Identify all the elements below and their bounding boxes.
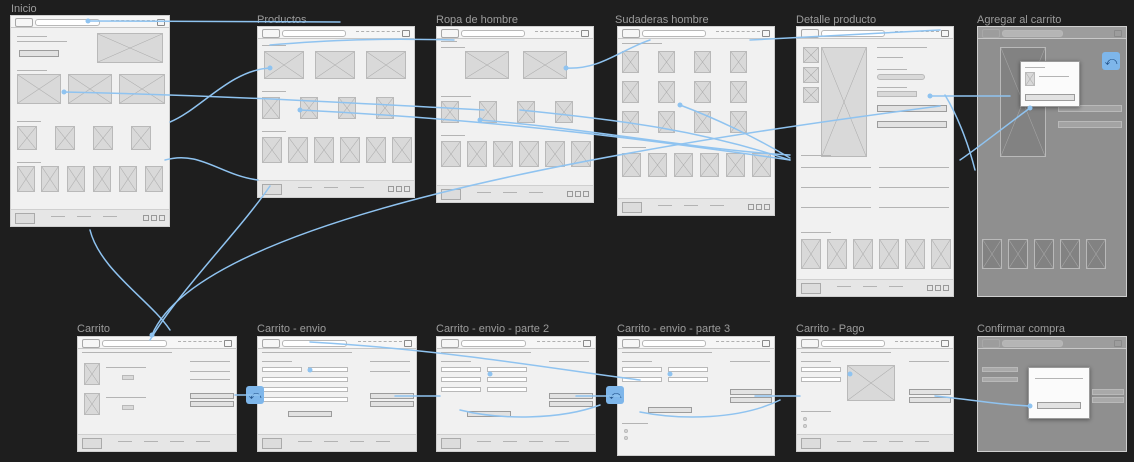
connector-dot xyxy=(1027,105,1033,111)
connector-productos-ropa xyxy=(269,38,455,46)
connector-dot xyxy=(149,332,155,338)
connector-dot xyxy=(927,93,933,99)
connector-dot xyxy=(847,371,853,377)
connector-ropa-detalle xyxy=(479,119,791,156)
connector-dot xyxy=(297,107,303,113)
connector-dot xyxy=(307,367,313,373)
connector-detalle-carrito xyxy=(151,105,941,336)
connector-envio2-back xyxy=(459,404,601,418)
connector-envio3-back xyxy=(639,399,781,418)
connector-productos-carrito xyxy=(149,185,271,341)
connector-dot xyxy=(1027,403,1033,409)
connector-dot xyxy=(677,102,683,108)
connector-inicio-carrito xyxy=(89,229,171,331)
connector-sudaderas-detalle xyxy=(749,29,941,41)
prototype-canvas: Inicio Productos Ropa de hombre Sudadera… xyxy=(0,0,1134,462)
connector-pago-confirmar xyxy=(934,395,1031,407)
connector-inicio-ropa xyxy=(63,91,485,111)
connector-dot xyxy=(85,18,91,24)
connector-dot xyxy=(487,371,493,377)
connector-dot xyxy=(477,117,483,123)
connector-dot xyxy=(563,65,569,71)
connector-dot xyxy=(667,371,673,377)
connector-productos-inicio-2 xyxy=(164,156,259,181)
connector-detalle-agregar-2 xyxy=(944,94,976,171)
connector-dot xyxy=(61,89,67,95)
connector-inicio-productos xyxy=(87,20,341,23)
connector-productos-detalle xyxy=(299,109,791,161)
connector-dot xyxy=(267,65,273,71)
connector-envio-header xyxy=(309,341,641,381)
prototype-connectors xyxy=(61,18,1033,418)
connector-ropa-sudaderas xyxy=(565,39,651,69)
